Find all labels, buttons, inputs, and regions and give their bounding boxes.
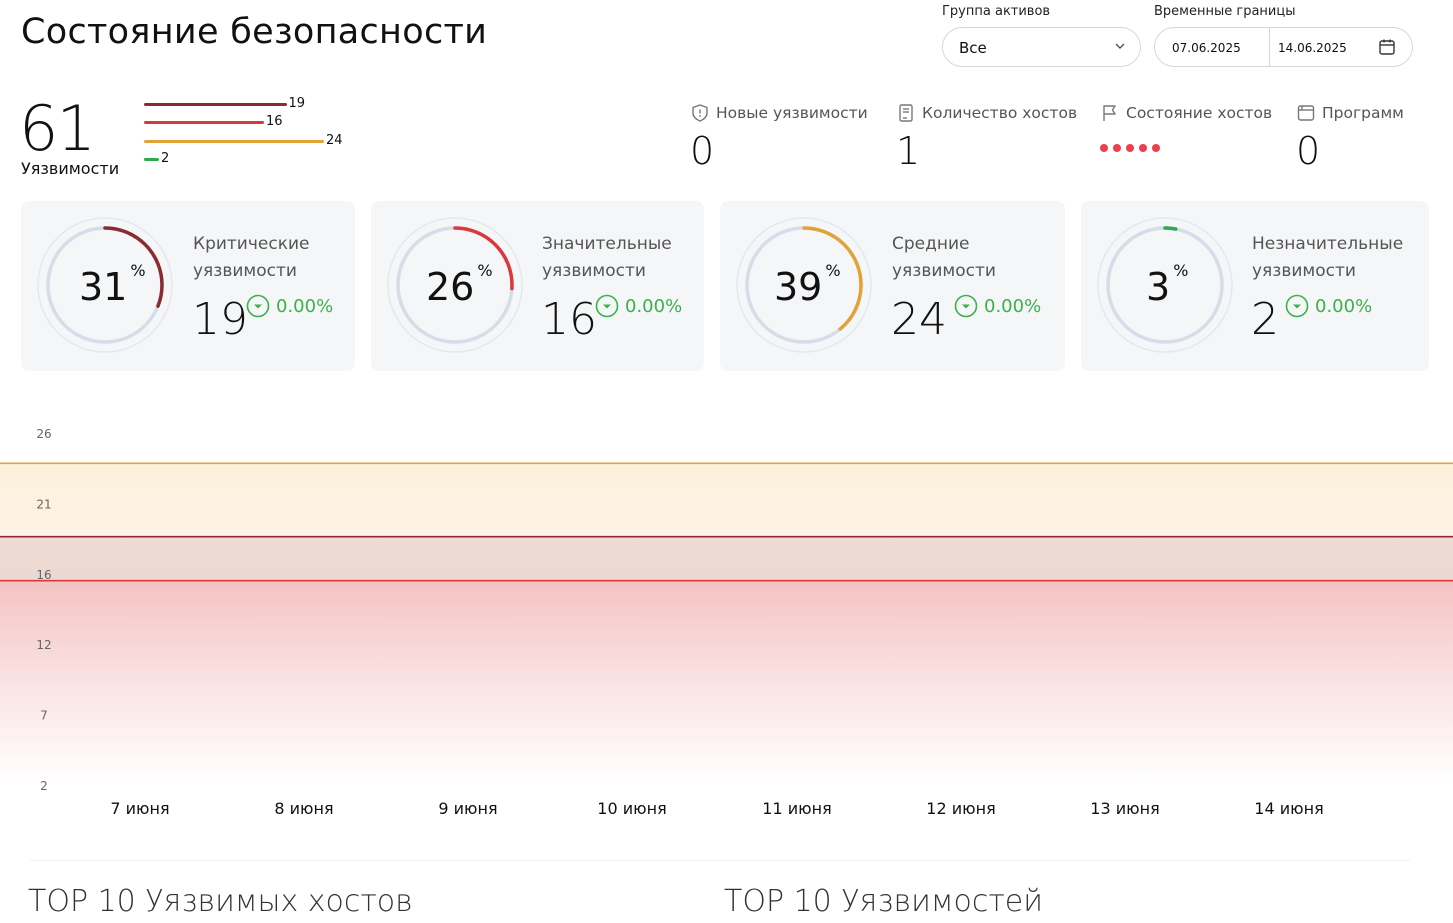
severity-bar-label: 2 — [161, 151, 170, 166]
section-divider — [30, 860, 1410, 861]
stat-value: 0 — [690, 129, 715, 173]
x-tick-label: 9 июня — [438, 799, 497, 818]
time-bounds-label: Временные границы — [1154, 4, 1296, 19]
stat-new-vulnerabilities: Новые уязвимости 0 — [690, 103, 868, 173]
card-title: Значительные уязвимости — [542, 234, 672, 281]
trend-down-icon — [1285, 294, 1309, 318]
severity-bar-label: 16 — [266, 114, 283, 129]
date-range-picker[interactable]: 07.06.2025 14.06.2025 — [1154, 27, 1413, 67]
window-icon — [1297, 105, 1315, 121]
asset-group-select[interactable]: Все — [942, 27, 1141, 67]
severity-bar — [144, 121, 264, 124]
card-delta: 0.00% — [954, 294, 1041, 318]
stat-value: 1 — [896, 129, 921, 173]
status-dot — [1139, 144, 1147, 152]
card-title: Средние уязвимости — [892, 234, 996, 281]
card-significant[interactable]: 26% Значительные уязвимости 16 0.00% — [371, 201, 704, 371]
y-tick-label: 26 — [36, 427, 51, 441]
date-to-field[interactable]: 14.06.2025 — [1278, 41, 1347, 55]
stat-value: 0 — [1296, 129, 1321, 173]
series-area — [0, 580, 1453, 786]
date-separator — [1269, 28, 1270, 66]
stat-label: Количество хостов — [922, 104, 1078, 122]
flag-icon — [1103, 105, 1116, 121]
card-percent: 39% — [774, 261, 841, 309]
series-area — [0, 463, 1453, 537]
severity-bar — [144, 103, 287, 106]
y-tick-label: 2 — [40, 779, 48, 793]
calendar-icon[interactable] — [1378, 38, 1396, 56]
card-low[interactable]: 3% Незначительные уязвимости 2 0.00% — [1081, 201, 1429, 371]
severity-bar — [144, 158, 159, 161]
top-hosts-title: TOP 10 Уязвимых хостов — [28, 884, 413, 919]
card-percent: 3% — [1146, 261, 1189, 309]
card-medium[interactable]: 39% Средние уязвимости 24 0.00% — [720, 201, 1065, 371]
card-count: 24 — [891, 294, 947, 345]
chevron-down-icon — [1115, 43, 1125, 49]
total-vulnerabilities-label: Уязвимости — [21, 159, 120, 178]
y-tick-label: 12 — [36, 638, 51, 652]
card-count: 19 — [192, 294, 248, 345]
series-area — [0, 536, 1453, 581]
stat-hosts-count: Количество хостов 1 — [896, 103, 1077, 173]
x-tick-label: 10 июня — [597, 799, 666, 818]
status-dot — [1126, 144, 1134, 152]
total-vulnerabilities-count: 61 — [19, 92, 96, 165]
host-state-dots — [1100, 144, 1272, 152]
severity-bar — [144, 140, 324, 143]
x-tick-label: 7 июня — [110, 799, 169, 818]
asset-group-label: Группа активов — [942, 4, 1051, 19]
y-tick-label: 7 — [40, 709, 48, 723]
y-tick-label: 21 — [36, 497, 51, 511]
x-tick-label: 13 июня — [1090, 799, 1159, 818]
stat-hosts-state: Состояние хостов — [1100, 103, 1272, 152]
status-dot — [1113, 144, 1121, 152]
x-tick-label: 12 июня — [926, 799, 995, 818]
page-title: Состояние безопасности — [21, 12, 488, 52]
stat-label: Программ — [1322, 104, 1404, 122]
trend-down-icon — [595, 294, 619, 318]
status-dot — [1100, 144, 1108, 152]
card-delta: 0.00% — [595, 294, 682, 318]
stat-programs: Программ 0 — [1296, 103, 1404, 173]
top-vulnerabilities-title: TOP 10 Уязвимостей — [724, 884, 1044, 919]
document-icon — [899, 104, 913, 122]
card-critical[interactable]: 31% Критические уязвимости 19 0.00% — [21, 201, 355, 371]
date-from-field[interactable]: 07.06.2025 — [1172, 41, 1241, 55]
card-percent: 26% — [426, 261, 493, 309]
y-tick-label: 16 — [36, 568, 51, 582]
status-dot — [1152, 144, 1160, 152]
stat-label: Новые уязвимости — [716, 104, 868, 122]
severity-bar-label: 19 — [288, 96, 306, 111]
stat-label: Состояние хостов — [1126, 104, 1273, 122]
shield-icon — [692, 104, 708, 122]
x-tick-label: 8 июня — [274, 799, 333, 818]
card-delta: 0.00% — [246, 294, 333, 318]
x-tick-label: 11 июня — [762, 799, 831, 818]
trend-down-icon — [954, 294, 978, 318]
card-count: 2 — [1251, 294, 1279, 345]
card-title: Критические уязвимости — [193, 234, 310, 281]
x-tick-label: 14 июня — [1254, 799, 1323, 818]
severity-bar-label: 24 — [326, 133, 343, 148]
vulnerability-trend-chart: 26 21 16 12 7 2 7 июня 8 июня 9 июня 10 июня 11 ию… — [0, 427, 1453, 818]
asset-group-value: Все — [959, 39, 987, 57]
card-title: Незначительные уязвимости — [1252, 234, 1404, 281]
card-delta: 0.00% — [1285, 294, 1372, 318]
trend-down-icon — [246, 294, 270, 318]
card-percent: 31% — [79, 261, 146, 309]
card-count: 16 — [541, 294, 597, 345]
